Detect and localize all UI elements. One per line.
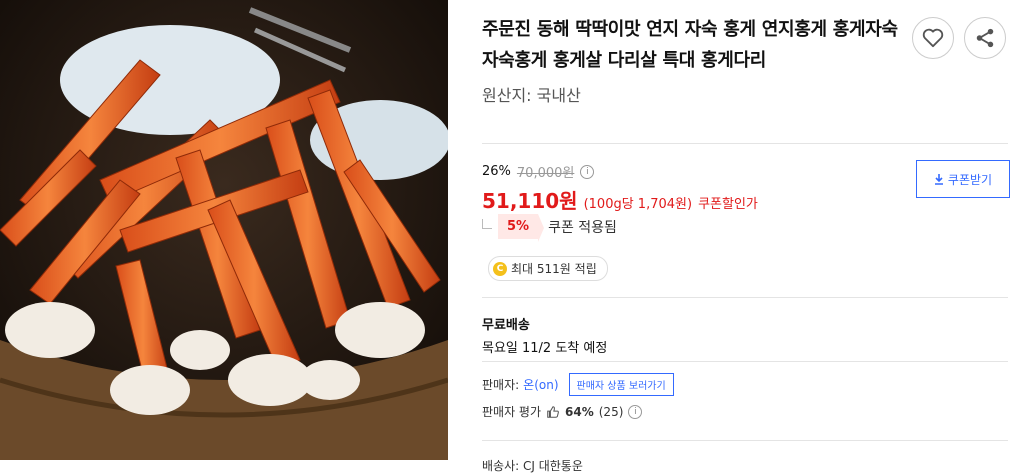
divider (482, 297, 1008, 298)
share-icon (976, 28, 994, 48)
rating-label: 판매자 평가 (482, 405, 542, 419)
unit-price: (100g당 1,704원) (583, 197, 693, 212)
heart-icon (922, 28, 944, 48)
shipping-title: 무료배송 (482, 318, 530, 333)
reward-text: 최대 511원 적립 (511, 262, 597, 276)
seller-row: 판매자: 온(on) 판매자 상품 보러가기 (482, 373, 674, 396)
coupon-status: 쿠폰 적용됨 (548, 219, 617, 236)
thumbs-up-icon (547, 405, 559, 418)
discount-rate: 26% (482, 164, 511, 179)
courier: 배송사: CJ 대한통운 (482, 459, 583, 473)
coupon-applied-row: 5% 쿠폰 적용됨 (482, 214, 617, 242)
get-coupon-button[interactable]: 쿠폰받기 (916, 160, 1010, 198)
download-icon (934, 173, 943, 185)
seller-name-link[interactable]: 온(on) (523, 376, 558, 393)
info-icon[interactable]: i (628, 404, 643, 419)
divider (482, 143, 1008, 144)
arrival-date: 목요일 11/2 도착 예정 (482, 341, 608, 356)
info-icon[interactable]: i (580, 164, 595, 179)
seller-label: 판매자: (482, 378, 520, 392)
reward-badge: C 최대 511원 적립 (488, 256, 608, 281)
rating-percent: 64% (565, 404, 594, 419)
product-origin: 원산지: 국내산 (482, 86, 581, 105)
like-button[interactable] (912, 17, 954, 59)
divider (482, 440, 1008, 441)
seller-products-button[interactable]: 판매자 상품 보러가기 (568, 373, 674, 396)
original-price: 70,000원 (516, 166, 575, 181)
get-coupon-label: 쿠폰받기 (947, 172, 993, 187)
coupon-price-label: 쿠폰할인가 (698, 197, 758, 212)
product-title: 주문진 동해 딱딱이맛 연지 자숙 홍게 연지홍게 홍게자숙 자숙홍게 홍게살 … (482, 19, 898, 71)
divider (482, 361, 1008, 362)
coin-icon: C (493, 261, 507, 276)
connector-line (482, 218, 492, 229)
seller-rating-row: 판매자 평가 64% (25) i (482, 403, 643, 420)
coupon-percent-badge: 5% (498, 214, 545, 242)
rating-count: (25) (598, 404, 624, 419)
sale-price: 51,110원 (482, 189, 578, 213)
product-image[interactable] (0, 0, 448, 460)
share-button[interactable] (964, 17, 1006, 59)
crab-legs-illustration (0, 0, 448, 460)
